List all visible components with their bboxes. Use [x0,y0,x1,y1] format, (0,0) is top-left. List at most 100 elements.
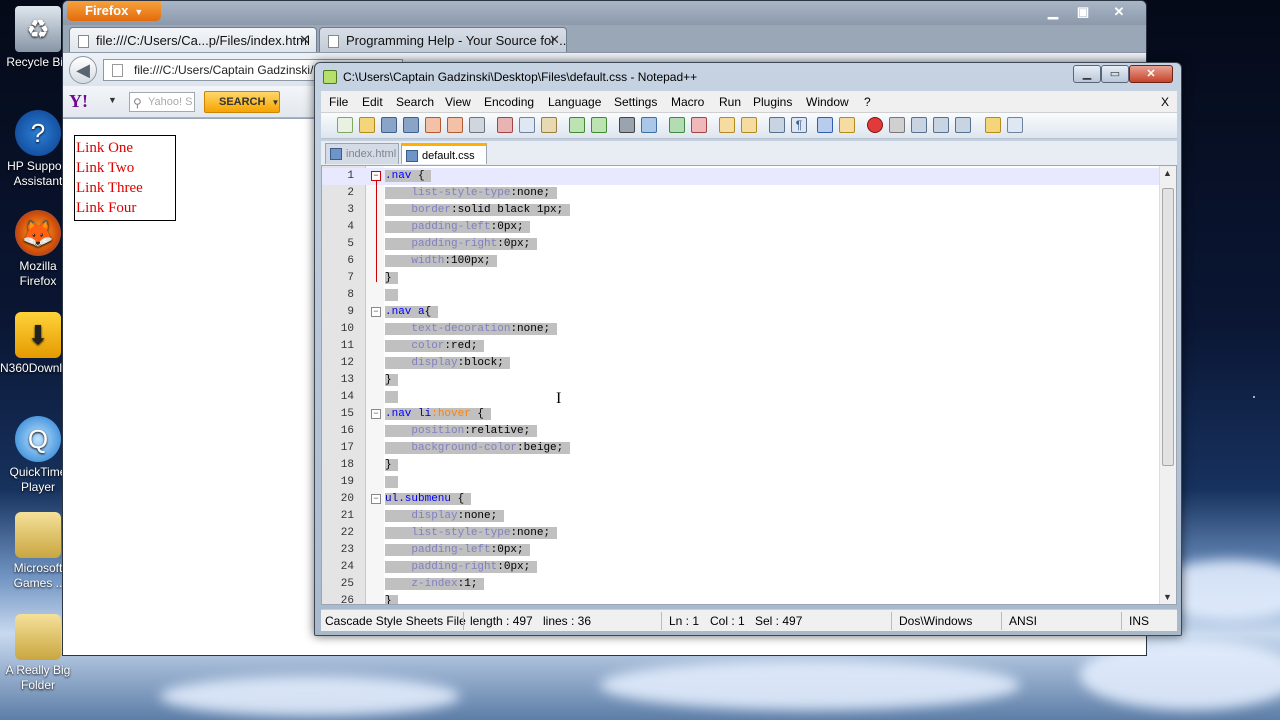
menu-close-doc[interactable]: X [1161,91,1169,113]
code-line[interactable]: 8 [322,287,1162,304]
code-line[interactable]: 10 text-decoration:none; [322,321,1162,338]
nav-link-two[interactable]: Link Two [75,158,175,178]
paste-icon[interactable] [541,117,557,133]
minimize-button[interactable]: ▁ [1073,65,1101,83]
vertical-scrollbar[interactable]: ▲ ▼ [1159,166,1176,604]
close-icon[interactable]: ✕ [299,32,310,48]
code-line[interactable]: 5 padding-right:0px; [322,236,1162,253]
undo-icon[interactable] [569,117,585,133]
menu-help[interactable]: ? [864,91,871,113]
scroll-up-icon[interactable]: ▲ [1163,168,1172,178]
replace-icon[interactable] [641,117,657,133]
tab-programming-help[interactable]: Programming Help - Your Source for ... ✕ [319,27,567,52]
maximize-button[interactable]: ▣ [1069,3,1097,21]
code-line[interactable]: 11 color:red; [322,338,1162,355]
find-icon[interactable] [619,117,635,133]
back-button[interactable]: ◀ [69,56,97,84]
close-button[interactable]: ✕ [1129,65,1173,83]
code-line[interactable]: 9 − .nav a{ [322,304,1162,321]
zoom-out-icon[interactable] [691,117,707,133]
chevron-down-icon[interactable]: ▼ [108,95,117,105]
code-line[interactable]: 12 display:block; [322,355,1162,372]
menu-run[interactable]: Run [719,91,741,113]
scrollbar-thumb[interactable] [1162,188,1174,466]
close-button[interactable]: ✕ [1099,3,1139,21]
open-file-icon[interactable] [359,117,375,133]
code-line[interactable]: 3 border:solid black 1px; [322,202,1162,219]
copy-icon[interactable] [519,117,535,133]
print-icon[interactable] [469,117,485,133]
run-macro-multiple-icon[interactable] [933,117,949,133]
nav-link-three[interactable]: Link Three [75,178,175,198]
code-line[interactable]: 18} [322,457,1162,474]
yahoo-logo[interactable]: Y! [69,91,88,112]
fold-toggle-icon[interactable]: − [371,307,381,317]
menu-settings[interactable]: Settings [614,91,657,113]
minimize-button[interactable]: ▁ [1039,3,1067,21]
redo-icon[interactable] [591,117,607,133]
code-line[interactable]: 15 − .nav li:hover { [322,406,1162,423]
tab-default-css[interactable]: default.css [401,143,487,164]
zoom-in-icon[interactable] [669,117,685,133]
menu-window[interactable]: Window [806,91,849,113]
code-line[interactable]: 17 background-color:beige; [322,440,1162,457]
code-line[interactable]: 16 position:relative; [322,423,1162,440]
save-all-icon[interactable] [403,117,419,133]
record-macro-icon[interactable] [867,117,883,133]
menu-edit[interactable]: Edit [362,91,383,113]
tab-index-html[interactable]: index.html [325,143,399,164]
code-line[interactable]: 25 z-index:1; [322,576,1162,593]
word-wrap-icon[interactable] [769,117,785,133]
menu-encoding[interactable]: Encoding [484,91,534,113]
code-line[interactable]: 1− .nav { [322,168,1162,185]
code-editor[interactable]: 1− .nav { 2 list-style-type:none; 3 borde… [321,165,1177,605]
sync-vertical-icon[interactable] [719,117,735,133]
yahoo-search-input[interactable]: ⚲ Yahoo! S [129,92,195,112]
firefox-menu-button[interactable]: Firefox ▼ [67,1,161,21]
code-line[interactable]: 20 − ul.submenu { [322,491,1162,508]
maximize-button[interactable]: ▭ [1101,65,1129,83]
code-line[interactable]: 22 list-style-type:none; [322,525,1162,542]
code-line[interactable]: 26} [322,593,1162,604]
new-file-icon[interactable] [337,117,353,133]
code-line[interactable]: 21 display:none; [322,508,1162,525]
code-line[interactable]: 19 [322,474,1162,491]
menu-language[interactable]: Language [548,91,601,113]
nav-link-four[interactable]: Link Four [75,198,175,218]
nav-link-one[interactable]: Link One [75,138,175,158]
save-icon[interactable] [381,117,397,133]
save-macro-icon[interactable] [955,117,971,133]
fold-toggle-icon[interactable]: − [371,409,381,419]
menu-file[interactable]: File [329,91,348,113]
code-line[interactable]: 14 [322,389,1162,406]
indent-guide-icon[interactable] [817,117,833,133]
fold-toggle-icon[interactable]: − [371,494,381,504]
show-all-chars-icon[interactable]: ¶ [791,117,807,133]
spell-check-icon[interactable] [1007,117,1023,133]
line-number: 4 [347,221,354,233]
cut-icon[interactable] [497,117,513,133]
code-line[interactable]: 4 padding-left:0px; [322,219,1162,236]
sync-horizontal-icon[interactable] [741,117,757,133]
user-define-icon[interactable] [839,117,855,133]
code-line[interactable]: 13} [322,372,1162,389]
stop-macro-icon[interactable] [889,117,905,133]
close-icon[interactable]: ✕ [549,32,560,48]
close-all-icon[interactable] [447,117,463,133]
menu-plugins[interactable]: Plugins [753,91,792,113]
code-line[interactable]: 24 padding-right:0px; [322,559,1162,576]
code-line[interactable]: 2 list-style-type:none; [322,185,1162,202]
code-line[interactable]: 23 padding-left:0px; [322,542,1162,559]
menu-view[interactable]: View [445,91,471,113]
yahoo-search-button[interactable]: SEARCH ▼ [204,91,280,113]
folder-icon[interactable] [985,117,1001,133]
close-file-icon[interactable] [425,117,441,133]
play-macro-icon[interactable] [911,117,927,133]
tab-index-html[interactable]: file:///C:/Users/Ca...p/Files/index.html… [69,27,317,52]
code-line[interactable]: 6 width:100px; [322,253,1162,270]
status-sel: Sel : 497 [755,614,803,628]
menu-macro[interactable]: Macro [671,91,704,113]
menu-search[interactable]: Search [396,91,434,113]
scroll-down-icon[interactable]: ▼ [1163,592,1172,602]
code-line[interactable]: 7} [322,270,1162,287]
